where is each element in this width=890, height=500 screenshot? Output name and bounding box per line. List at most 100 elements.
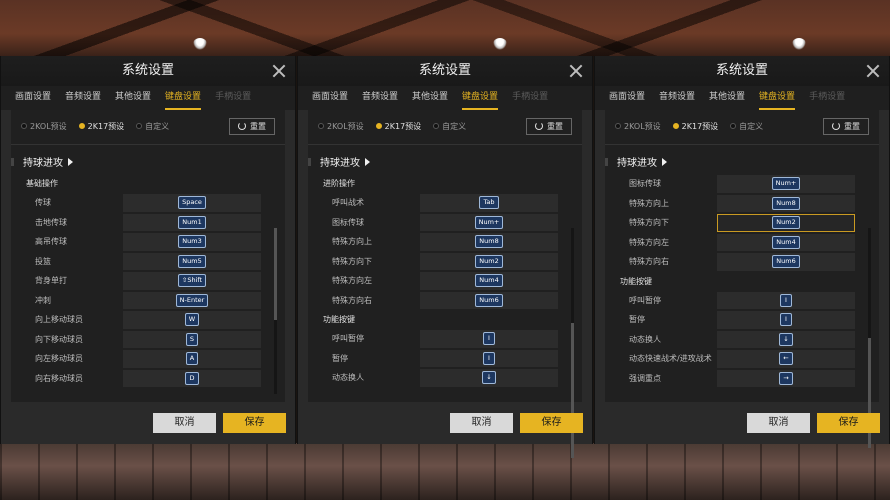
key-slot[interactable]: ⇧Shift (123, 272, 261, 290)
keycap: I (780, 293, 792, 307)
preset-radio[interactable]: 2K17预设 (672, 121, 718, 132)
key-slot[interactable]: W (123, 311, 261, 329)
reset-button[interactable]: 重置 (823, 117, 869, 135)
key-slot[interactable]: Num4 (420, 272, 558, 290)
tab-item[interactable]: 其他设置 (412, 86, 448, 110)
reset-button[interactable]: 重置 (229, 117, 275, 135)
arrow-right-icon (68, 157, 73, 166)
action-label: 特殊方向下 (332, 256, 372, 266)
settings-tabs: 画面设置 音频设置 其他设置 键盘设置 手柄设置 (1, 86, 295, 110)
cancel-button[interactable]: 取消 (747, 413, 810, 433)
save-button[interactable]: 保存 (520, 413, 583, 433)
divider (308, 144, 582, 145)
radio-dot-icon (78, 123, 85, 129)
key-slot[interactable]: Num+ (420, 213, 558, 231)
scroll-thumb[interactable] (571, 323, 574, 458)
key-slot[interactable]: D (123, 369, 261, 387)
refresh-icon (535, 122, 543, 130)
keybinding-row: 特殊方向右 Num6 (320, 291, 562, 311)
section-title[interactable]: 持球进攻 (23, 154, 73, 169)
key-slot[interactable]: Num2 (717, 214, 855, 232)
preset-radio[interactable]: 自定义 (433, 121, 466, 132)
preset-radio[interactable]: 自定义 (136, 121, 169, 132)
key-slot[interactable]: Num4 (717, 233, 855, 251)
keybinding-row: 特殊方向左 Num4 (320, 271, 562, 291)
divider (605, 144, 879, 145)
key-slot[interactable]: ↓ (420, 369, 558, 387)
close-icon[interactable] (568, 63, 584, 79)
close-icon[interactable] (271, 63, 287, 79)
cancel-button[interactable]: 取消 (450, 413, 513, 433)
preset-radio[interactable]: 2KOL预设 (615, 121, 661, 132)
key-slot[interactable]: Num8 (717, 194, 855, 212)
radio-dot-icon (21, 123, 27, 129)
preset-label: 自定义 (145, 121, 170, 131)
key-slot[interactable]: S (123, 330, 261, 348)
action-label: 特殊方向右 (332, 295, 372, 305)
preset-selector: 2KOL预设 2K17预设 自定义 重置 (615, 116, 869, 136)
tab-item[interactable]: 音频设置 (659, 86, 695, 110)
key-slot[interactable]: Tab (420, 194, 558, 212)
tab-item[interactable]: 音频设置 (362, 86, 398, 110)
settings-tabs: 画面设置 音频设置 其他设置 键盘设置 手柄设置 (298, 86, 592, 110)
scrollbar[interactable] (274, 228, 277, 394)
key-slot[interactable]: A (123, 350, 261, 368)
key-slot[interactable]: ↓ (717, 330, 855, 348)
cancel-button[interactable]: 取消 (153, 413, 216, 433)
key-slot[interactable]: N-Enter (123, 291, 261, 309)
key-slot[interactable]: Num5 (123, 252, 261, 270)
action-label: 向右移动球员 (35, 373, 83, 383)
reset-label: 重置 (844, 121, 860, 131)
preset-radio[interactable]: 2KOL预设 (21, 121, 67, 132)
tab-item[interactable]: 音频设置 (65, 86, 101, 110)
keycap: ← (779, 352, 793, 366)
save-button[interactable]: 保存 (223, 413, 286, 433)
keycap: Num+ (474, 215, 504, 229)
key-slot[interactable]: I (717, 311, 855, 329)
tab-item[interactable]: 键盘设置 (165, 86, 202, 110)
key-slot[interactable]: I (420, 349, 558, 367)
scrollbar[interactable] (868, 228, 871, 448)
key-slot[interactable]: Num+ (717, 175, 855, 193)
key-slot[interactable]: Num2 (420, 252, 558, 270)
background-stadium-ceiling (0, 0, 890, 56)
reset-button[interactable]: 重置 (526, 117, 572, 135)
key-slot[interactable]: I (420, 330, 558, 348)
scroll-thumb[interactable] (274, 228, 277, 320)
action-label: 动态换人 (629, 334, 661, 344)
preset-radio[interactable]: 2KOL预设 (318, 121, 364, 132)
section-title[interactable]: 持球进攻 (617, 154, 667, 169)
tab-item[interactable]: 画面设置 (609, 86, 645, 110)
key-slot[interactable]: I (717, 291, 855, 309)
preset-radio[interactable]: 2K17预设 (78, 121, 124, 132)
key-slot[interactable]: Num8 (420, 233, 558, 251)
tab-item[interactable]: 键盘设置 (759, 86, 796, 110)
keybinding-row: 特殊方向上 Num8 (320, 232, 562, 252)
action-label: 冲刺 (35, 295, 51, 305)
tab-item[interactable]: 其他设置 (115, 86, 151, 110)
keycap: Num6 (475, 293, 503, 307)
key-slot[interactable]: Num6 (717, 253, 855, 271)
preset-radio[interactable]: 2K17预设 (375, 121, 421, 132)
save-button[interactable]: 保存 (817, 413, 880, 433)
tab-item[interactable]: 画面设置 (15, 86, 51, 110)
action-label: 特殊方向左 (332, 276, 372, 286)
key-slot[interactable]: Num1 (123, 213, 261, 231)
preset-radio[interactable]: 自定义 (730, 121, 763, 132)
action-label: 击地传球 (35, 217, 67, 227)
keycap: ↓ (779, 332, 793, 346)
close-icon[interactable] (865, 63, 881, 79)
keycap: Tab (479, 196, 499, 210)
key-slot[interactable]: ← (717, 350, 855, 368)
key-slot[interactable]: Space (123, 194, 261, 212)
keybinding-row: 动态换人 ↓ (320, 368, 562, 388)
key-slot[interactable]: Num6 (420, 291, 558, 309)
tab-item[interactable]: 键盘设置 (462, 86, 499, 110)
section-title[interactable]: 持球进攻 (320, 154, 370, 169)
tab-item[interactable]: 其他设置 (709, 86, 745, 110)
key-slot[interactable]: → (717, 369, 855, 387)
scrollbar[interactable] (571, 228, 574, 458)
tab-item[interactable]: 画面设置 (312, 86, 348, 110)
action-label: 动态换人 (332, 373, 364, 383)
key-slot[interactable]: Num3 (123, 233, 261, 251)
